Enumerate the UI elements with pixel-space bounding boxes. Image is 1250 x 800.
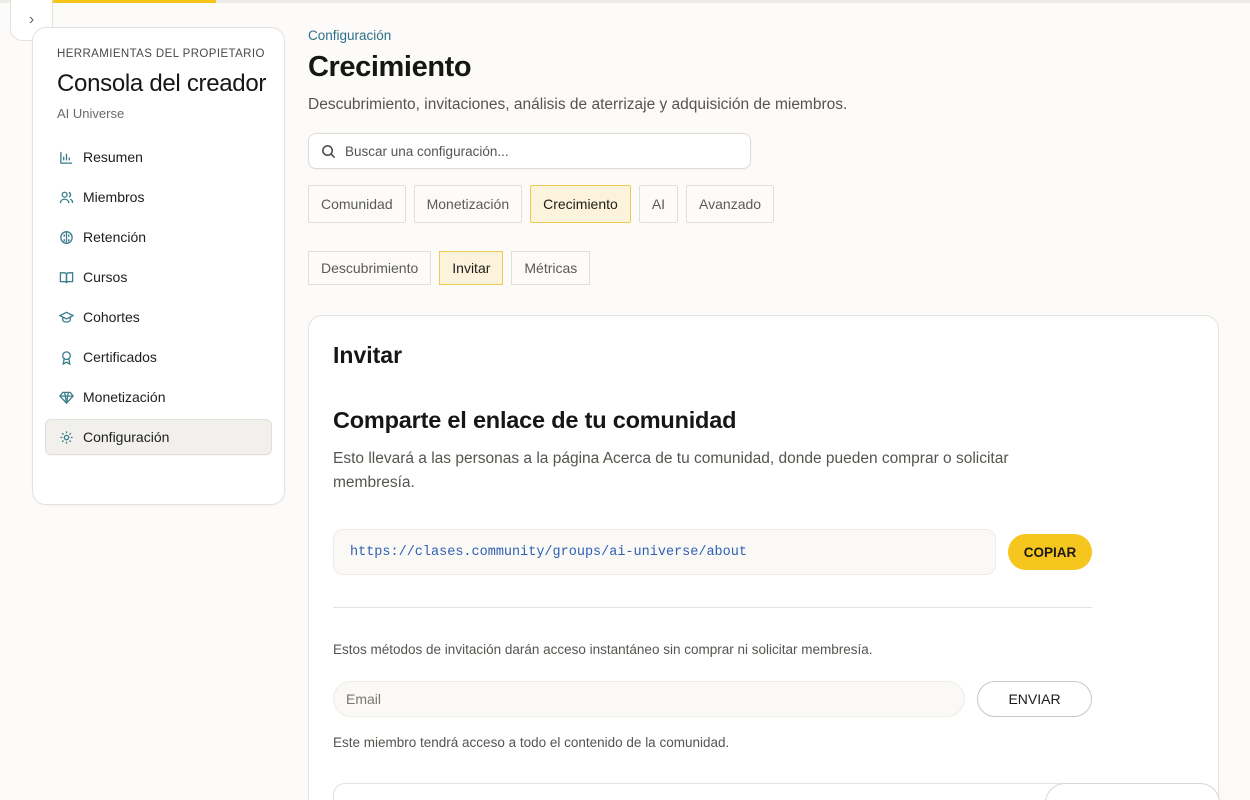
settings-tabs: Comunidad Monetización Crecimiento AI Av… — [308, 185, 1218, 223]
sidebar-item-miembros[interactable]: Miembros — [45, 179, 272, 215]
chevron-right-icon: › — [28, 11, 35, 28]
next-section-pill[interactable] — [1045, 783, 1220, 800]
sidebar-item-resumen[interactable]: Resumen — [45, 139, 272, 175]
sidebar: HERRAMIENTAS DEL PROPIETARIO Consola del… — [32, 27, 285, 505]
sidebar-item-label: Miembros — [83, 189, 145, 205]
sidebar-item-certificados[interactable]: Certificados — [45, 339, 272, 375]
sidebar-kicker: HERRAMIENTAS DEL PROPIETARIO — [57, 48, 265, 60]
subtab-invitar[interactable]: Invitar — [439, 251, 504, 285]
card-title: Invitar — [333, 342, 403, 368]
tab-comunidad[interactable]: Comunidad — [308, 185, 406, 223]
sidebar-item-monetizacion[interactable]: Monetización — [45, 379, 272, 415]
invite-card: Invitar Comparte el enlace de tu comunid… — [308, 315, 1220, 800]
award-icon — [58, 349, 74, 365]
tab-monetizacion[interactable]: Monetización — [413, 185, 523, 223]
top-progress-line — [0, 0, 1250, 3]
breadcrumb[interactable]: Configuración — [308, 28, 1218, 43]
invite-note: Estos métodos de invitación darán acceso… — [333, 642, 873, 657]
share-link-row: https://clases.community/groups/ai-unive… — [333, 529, 1194, 575]
send-button[interactable]: ENVIAR — [977, 681, 1092, 717]
sidebar-nav: Resumen Miembros Retención Cursos Cohort… — [45, 139, 272, 455]
member-access-note: Este miembro tendrá acceso a todo el con… — [333, 735, 730, 750]
page-description: Descubrimiento, invitaciones, análisis d… — [308, 96, 848, 113]
sidebar-item-label: Configuración — [83, 429, 170, 445]
community-link[interactable]: https://clases.community/groups/ai-unive… — [333, 529, 996, 575]
sidebar-item-configuracion[interactable]: Configuración — [45, 419, 272, 455]
tab-avanzado[interactable]: Avanzado — [686, 185, 775, 223]
subtab-metricas[interactable]: Métricas — [511, 251, 591, 285]
main-content: Configuración Crecimiento Descubrimiento… — [308, 28, 1218, 285]
sidebar-title: Consola del creador — [57, 70, 267, 97]
copy-button[interactable]: COPIAR — [1008, 534, 1092, 570]
sidebar-item-cohortes[interactable]: Cohortes — [45, 299, 272, 335]
gear-icon — [58, 429, 74, 445]
sidebar-item-label: Resumen — [83, 149, 143, 165]
email-invite-row: ENVIAR — [333, 681, 1194, 717]
sidebar-item-label: Certificados — [83, 349, 157, 365]
subtab-descubrimiento[interactable]: Descubrimiento — [308, 251, 432, 285]
email-field[interactable] — [333, 681, 965, 717]
sidebar-item-label: Cohortes — [83, 309, 140, 325]
graduation-cap-icon — [58, 309, 74, 325]
tab-crecimiento[interactable]: Crecimiento — [530, 185, 631, 223]
settings-search[interactable] — [308, 133, 751, 169]
sidebar-item-label: Monetización — [83, 389, 166, 405]
book-open-icon — [58, 269, 74, 285]
search-input[interactable] — [345, 143, 725, 159]
share-description: Esto llevará a las personas a la página … — [333, 450, 1009, 491]
bar-chart-icon — [58, 149, 74, 165]
gem-icon — [58, 389, 74, 405]
sidebar-item-retencion[interactable]: Retención — [45, 219, 272, 255]
tab-ai[interactable]: AI — [638, 185, 679, 223]
brain-icon — [58, 229, 74, 245]
growth-subtabs: Descubrimiento Invitar Métricas — [308, 251, 1218, 285]
sidebar-item-label: Cursos — [83, 269, 128, 285]
share-title: Comparte el enlace de tu comunidad — [333, 407, 737, 433]
sidebar-subtitle: AI Universe — [57, 106, 125, 121]
divider — [333, 607, 1092, 608]
search-icon — [322, 144, 336, 158]
page-title: Crecimiento — [308, 51, 472, 83]
users-icon — [58, 189, 74, 205]
sidebar-item-cursos[interactable]: Cursos — [45, 259, 272, 295]
sidebar-item-label: Retención — [83, 229, 147, 245]
